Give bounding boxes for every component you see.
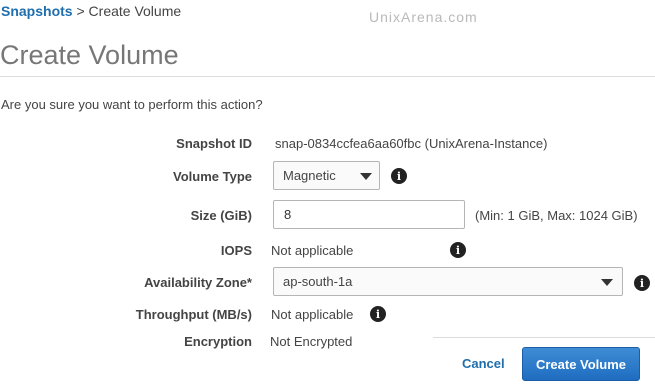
breadcrumb: Snapshots > Create Volume [1, 3, 181, 19]
availability-zone-select[interactable]: ap-south-1a [273, 267, 623, 296]
availability-zone-info-icon[interactable]: i [634, 275, 650, 291]
encryption-label: Encryption [184, 334, 252, 349]
page-title: Create Volume [0, 40, 179, 70]
throughput-value: Not applicable [271, 307, 354, 322]
iops-label: IOPS [220, 243, 252, 258]
breadcrumb-snapshots-link[interactable]: Snapshots [1, 3, 73, 19]
chevron-down-icon [601, 279, 613, 286]
availability-zone-label: Availability Zone* [144, 275, 252, 290]
breadcrumb-current: Create Volume [88, 3, 182, 19]
iops-value: Not applicable [271, 243, 354, 258]
size-label: Size (GiB) [190, 208, 252, 223]
size-input[interactable] [273, 200, 465, 229]
chevron-down-icon [360, 173, 372, 180]
throughput-info-icon[interactable]: i [370, 306, 386, 322]
volume-type-label: Volume Type [173, 169, 252, 184]
title-divider [0, 76, 655, 77]
snapshot-id-label: Snapshot ID [176, 136, 252, 151]
volume-type-select[interactable]: Magnetic [273, 161, 380, 190]
create-volume-button[interactable]: Create Volume [522, 347, 640, 381]
volume-type-info-icon[interactable]: i [391, 168, 407, 184]
encryption-value: Not Encrypted [270, 334, 353, 349]
breadcrumb-separator: > [76, 3, 85, 19]
snapshot-id-value: snap-0834ccfea6aa60fbc (UnixArena-Instan… [275, 136, 548, 151]
iops-info-icon[interactable]: i [450, 242, 466, 258]
volume-type-selected: Magnetic [283, 168, 336, 183]
confirm-text: Are you sure you want to perform this ac… [1, 97, 263, 112]
cancel-button[interactable]: Cancel [462, 356, 505, 371]
size-hint: (Min: 1 GiB, Max: 1024 GiB) [475, 208, 638, 223]
throughput-label: Throughput (MB/s) [135, 307, 252, 322]
watermark: UnixArena.com [369, 9, 478, 25]
footer-divider [433, 337, 655, 338]
availability-zone-selected: ap-south-1a [283, 274, 353, 289]
